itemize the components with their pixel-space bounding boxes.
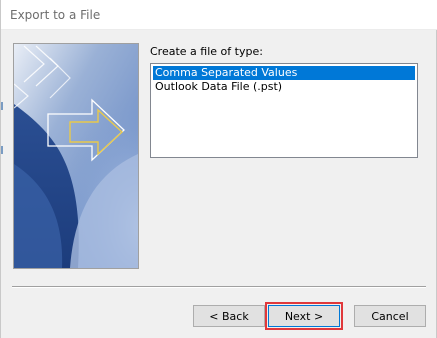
file-type-prompt: Create a file of type: [150, 45, 263, 58]
button-separator [12, 286, 426, 288]
file-type-listbox[interactable]: Comma Separated Values Outlook Data File… [150, 63, 418, 158]
dialog-title: Export to a File [10, 8, 101, 22]
window-edge-mark [1, 146, 3, 154]
list-item-csv[interactable]: Comma Separated Values [153, 66, 415, 80]
list-item-pst[interactable]: Outlook Data File (.pst) [153, 80, 415, 94]
next-button[interactable]: Next > [268, 305, 340, 327]
wizard-illustration [13, 43, 139, 269]
window-edge-mark [1, 102, 3, 110]
back-button[interactable]: < Back [193, 305, 265, 327]
title-bar[interactable]: Export to a File [1, 0, 437, 30]
cancel-button[interactable]: Cancel [354, 305, 426, 327]
export-to-file-dialog: Export to a File Create a file of type: … [0, 0, 437, 338]
wizard-illustration-graphic [14, 44, 138, 268]
